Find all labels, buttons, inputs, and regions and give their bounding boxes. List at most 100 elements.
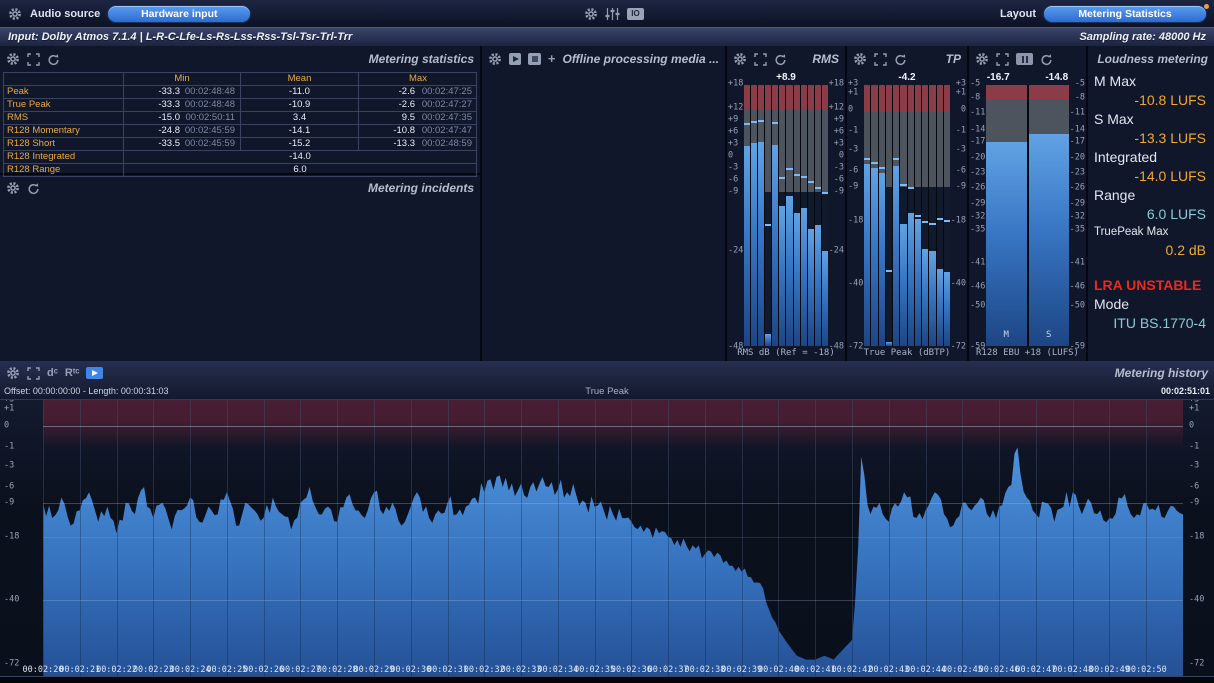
offline-gear-icon[interactable] [488, 52, 502, 66]
loudness-gear-icon[interactable] [975, 52, 989, 66]
rms-meter-scale-label: RMS dB (Ref = -18) [727, 347, 845, 361]
meter-peak-hold [929, 223, 935, 225]
tp-meter-scale-label: True Peak (dBTP) [847, 347, 967, 361]
tp-fullscreen-icon[interactable] [874, 53, 887, 66]
loudness-fullscreen-icon[interactable] [996, 53, 1009, 66]
meter-channel [915, 85, 921, 346]
meter-scale-label: -11 [1070, 108, 1085, 117]
meter-scale-label: -1 [848, 127, 858, 136]
meter-gray-zone [801, 109, 807, 192]
settings-gear-icon[interactable] [584, 7, 598, 21]
tp-gear-icon[interactable] [853, 52, 867, 66]
stop-icon [532, 56, 538, 62]
min-cell: -33.300:02:48:48 [123, 99, 240, 111]
app-window: Audio source Hardware input IO Layout Me… [0, 0, 1214, 683]
faders-icon[interactable] [605, 8, 620, 20]
offline-stop-button[interactable] [528, 53, 540, 65]
meter-scale-label: -41 [970, 258, 985, 267]
metering-statistics-button[interactable]: Metering Statistics [1044, 6, 1206, 22]
history-time-label: 00:02:21 [59, 665, 100, 675]
offline-add-button[interactable]: + [548, 54, 556, 64]
table-header-row: MinMeanMax [4, 73, 476, 85]
rms-meter-bars [744, 85, 828, 346]
min-time: 00:02:45:59 [180, 138, 240, 150]
meter-red-zone [1029, 85, 1070, 99]
rms-reset-icon[interactable] [774, 53, 787, 66]
meter-scale-label: -32 [1070, 213, 1085, 222]
max-cell: -10.800:02:47:47 [358, 125, 477, 137]
meter-scale-label: -3 [834, 163, 844, 172]
readout-item: Range6.0 LUFS [1094, 186, 1208, 224]
hardware-input-button[interactable]: Hardware input [108, 6, 250, 22]
history-scale-label: -18 [4, 533, 19, 542]
statistics-gear-icon[interactable] [6, 52, 20, 66]
history-scale-label: -40 [1189, 596, 1204, 605]
meter-bar [772, 145, 778, 346]
meter-peak-hold [794, 174, 800, 176]
grid-line-horizontal [43, 537, 1183, 538]
meter-scale-label: -29 [970, 199, 985, 208]
statistics-fullscreen-icon[interactable] [27, 53, 40, 66]
loudness-reset-icon[interactable] [1040, 53, 1053, 66]
min-value: -15.0 [124, 112, 180, 124]
audio-source-gear-icon[interactable] [8, 7, 22, 21]
io-routing-icon[interactable]: IO [627, 8, 644, 20]
loudness-pause-button[interactable] [1016, 53, 1033, 65]
history-delta-counter-icon[interactable]: dᶜ [47, 368, 58, 378]
min-cell: -33.500:02:45:59 [123, 138, 240, 150]
meter-scale-label: +3 [834, 139, 844, 148]
meter-gray-zone [765, 109, 771, 192]
meter-red-zone [765, 85, 771, 109]
loudness-meter-scale-label: R128 EBU +18 (LUFS) [969, 347, 1086, 361]
meter-peak-hold [864, 158, 870, 160]
history-scale-label: -3 [1189, 461, 1199, 470]
rms-fullscreen-icon[interactable] [754, 53, 767, 66]
play-icon [513, 56, 519, 62]
tp-reset-icon[interactable] [894, 53, 907, 66]
offline-play-button[interactable] [509, 53, 521, 65]
meter-scale-label: -23 [1070, 169, 1085, 178]
meter-scale-label: -23 [970, 169, 985, 178]
max-cell: -2.600:02:47:27 [358, 99, 477, 111]
history-time-label: 00:02:33 [501, 665, 542, 675]
history-time-label: 00:02:27 [280, 665, 321, 675]
audio-source-label: Audio source [30, 8, 100, 20]
history-scale-label: -9 [4, 498, 14, 507]
meter-peak-hold [772, 122, 778, 124]
rms-gear-icon[interactable] [733, 52, 747, 66]
meter-scale-label: -9 [848, 182, 858, 191]
input-info-text: Input: Dolby Atmos 7.1.4 | L-R-C-Lfe-Ls-… [8, 31, 352, 43]
meter-bar [879, 173, 885, 346]
meter-bar [864, 164, 870, 346]
meter-scale-label: -1 [956, 127, 966, 136]
metering-statistics-panel: Metering statistics MinMeanMaxPeak-33.30… [0, 46, 480, 175]
history-fullscreen-icon[interactable] [27, 367, 40, 380]
rms-meter-body: +18+18+12+12+9+9+6+6+3+300-3-3-6-6-9-9-2… [727, 84, 845, 347]
history-gear-icon[interactable] [6, 366, 20, 380]
min-cell: -33.300:02:48:48 [123, 86, 240, 98]
statistics-column: Metering statistics MinMeanMaxPeak-33.30… [0, 46, 482, 361]
table-row: Peak-33.300:02:48:48-11.0-2.600:02:47:25 [4, 85, 476, 98]
history-info-row: Offset: 00:00:00:00 - Length: 00:00:31:0… [0, 385, 1214, 399]
meter-scale-label: -9 [728, 187, 738, 196]
incidents-gear-icon[interactable] [6, 181, 20, 195]
history-graph[interactable]: +3+3+1+100-1-1-3-3-6-6-9-9-18-18-40-40-7… [0, 399, 1214, 677]
incidents-reset-icon[interactable] [27, 182, 40, 195]
meter-peak-hold [779, 177, 785, 179]
min-time: 00:02:45:59 [180, 125, 240, 137]
readout-panel-title: Loudness metering [1097, 52, 1208, 66]
meter-scale-label: +9 [728, 115, 738, 124]
loudness-readout-panel: Loudness metering M Max-10.8 LUFSS Max-1… [1088, 46, 1214, 361]
statistics-reset-icon[interactable] [47, 53, 60, 66]
history-time-label: 00:02:34 [537, 665, 578, 675]
meter-scale-label: -11 [970, 108, 985, 117]
meter-red-zone [779, 85, 785, 109]
meter-value: -14.8 [1045, 72, 1068, 83]
history-time-label: 00:02:46 [979, 665, 1020, 675]
meter-scale-label: -14 [970, 126, 985, 135]
history-reset-counter-icon[interactable]: Rᵗᶜ [65, 368, 80, 378]
meter-scale-label: +6 [834, 127, 844, 136]
min-time: 00:02:48:48 [180, 86, 240, 98]
history-play-button[interactable] [86, 367, 103, 379]
max-time: 00:02:47:25 [415, 86, 477, 98]
